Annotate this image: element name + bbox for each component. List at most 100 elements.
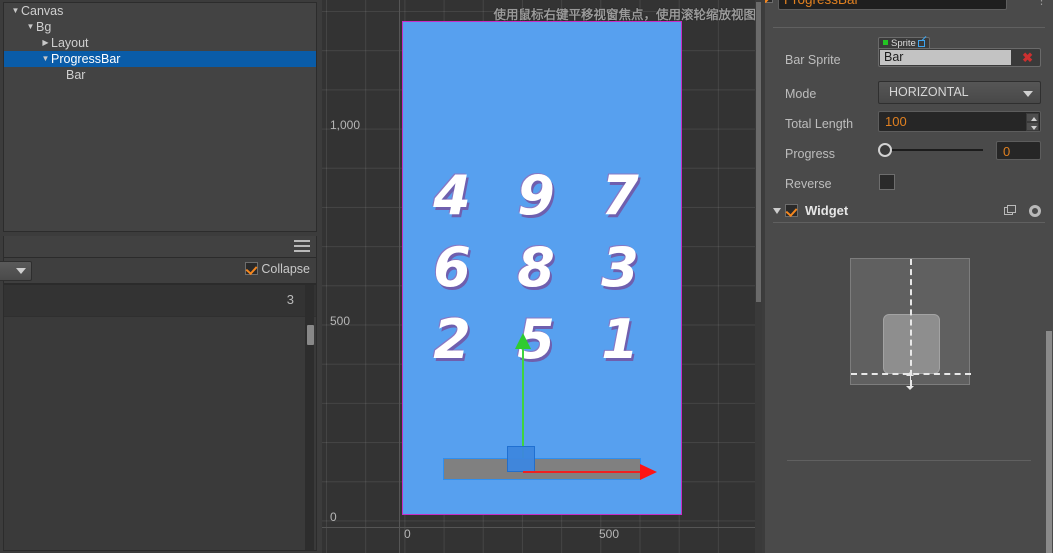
node-tree[interactable]: ▼Canvas▼Bg▶Layout▼ProgressBar·Bar xyxy=(4,3,316,83)
digit-sprite: 6 xyxy=(433,236,471,299)
tree-node-progressbar[interactable]: ▼ ProgressBar xyxy=(4,51,316,67)
chevron-down-icon[interactable]: ▼ xyxy=(25,19,36,35)
tree-node-layout[interactable]: ▶ Layout xyxy=(4,35,316,51)
tree-node-canvas[interactable]: ▼ Canvas xyxy=(4,3,316,19)
chevron-down-icon[interactable]: ▼ xyxy=(40,51,51,67)
slider-knob[interactable] xyxy=(878,143,892,157)
inspector-scrollbar[interactable] xyxy=(1046,331,1052,553)
tree-spacer: · xyxy=(55,67,66,83)
scene-scrollbar-thumb[interactable] xyxy=(756,2,761,302)
scene-view[interactable]: 1,000 500 0 0 500 使用鼠标右键平移视窗焦点，使用滚轮缩放视图 4976… xyxy=(322,0,762,553)
widget-title: Widget xyxy=(805,203,849,218)
console-scrollbar-thumb[interactable] xyxy=(307,325,314,345)
stepper-down-icon[interactable] xyxy=(1026,122,1039,131)
quantity-stepper[interactable] xyxy=(1026,113,1039,131)
mode-select[interactable]: HORIZONTAL xyxy=(878,81,1041,104)
tree-node-label: Canvas xyxy=(21,4,64,18)
progressbar-node-preview[interactable] xyxy=(443,458,641,480)
tree-node-label: Bg xyxy=(36,20,52,34)
external-link-icon[interactable] xyxy=(917,40,925,47)
overflow-menu-icon[interactable]: ⋮ xyxy=(1036,0,1047,7)
row-reverse: Reverse xyxy=(765,170,1053,200)
progress-slider[interactable] xyxy=(878,143,983,157)
tree-node-label: Layout xyxy=(51,36,89,50)
widget-component-header[interactable]: Widget xyxy=(765,200,1053,222)
alignment-bottom-arrow-icon xyxy=(905,372,915,390)
left-column: ▼Canvas▼Bg▶Layout▼ProgressBar·Bar All Co… xyxy=(0,0,320,553)
alignment-diagram xyxy=(850,258,971,390)
row-mode: Mode HORIZONTAL xyxy=(765,80,1053,110)
total-length-label: Total Length xyxy=(785,117,854,131)
chevron-down-icon xyxy=(1023,91,1033,97)
slider-track[interactable] xyxy=(886,149,983,151)
inspector-panel: ProgressBar ⋮ Bar Sprite Sprite Bar ✖ Mo… xyxy=(765,0,1053,553)
bar-sprite-label: Bar Sprite xyxy=(785,53,841,67)
console-panel: All Collapse 3 xyxy=(0,236,317,551)
progressbar-handle[interactable] xyxy=(507,446,535,472)
chevron-down-icon xyxy=(16,268,26,274)
log-count-badge: 3 xyxy=(286,292,294,307)
digit-sprite: 2 xyxy=(433,308,471,371)
horizontal-ruler xyxy=(322,527,762,553)
list-item[interactable]: 3 xyxy=(4,285,316,317)
hamburger-line xyxy=(294,240,310,242)
canvas-node-preview[interactable]: 497683251 xyxy=(402,21,682,515)
digit-sprite: 8 xyxy=(517,236,555,299)
divider xyxy=(787,460,1031,461)
hierarchy-panel[interactable]: ▼Canvas▼Bg▶Layout▼ProgressBar·Bar xyxy=(3,2,317,232)
total-length-input[interactable]: 100 xyxy=(878,111,1041,132)
chevron-right-icon[interactable]: ▶ xyxy=(40,35,51,51)
row-progress: Progress 0 xyxy=(765,140,1053,170)
console-titlebar xyxy=(4,236,316,258)
ruler-tick-label: 0 xyxy=(330,510,337,524)
mode-value: HORIZONTAL xyxy=(889,85,969,99)
console-toolbar: All Collapse xyxy=(0,258,316,284)
hamburger-icon[interactable] xyxy=(294,240,310,254)
digit-sprite-grid: 497683251 xyxy=(421,164,665,371)
digit-sprite: 7 xyxy=(601,164,639,227)
chevron-down-icon[interactable] xyxy=(773,208,781,214)
row-total-length: Total Length 100 xyxy=(765,110,1053,140)
hamburger-line xyxy=(294,245,310,247)
green-square-icon xyxy=(883,40,888,45)
gizmo-y-axis[interactable] xyxy=(515,333,531,462)
asset-field-body[interactable]: Bar ✖ xyxy=(878,48,1041,67)
collapse-checkbox[interactable] xyxy=(245,262,259,275)
collapse-label: Collapse xyxy=(261,262,310,276)
tree-node-label: Bar xyxy=(66,68,86,82)
progress-input[interactable]: 0 xyxy=(996,141,1041,160)
editor-window: ▼Canvas▼Bg▶Layout▼ProgressBar·Bar All Co… xyxy=(0,0,1053,553)
ruler-tick-label: 500 xyxy=(330,314,351,328)
bar-sprite-asset-field[interactable]: Sprite Bar ✖ xyxy=(878,37,1041,67)
progress-label: Progress xyxy=(785,147,836,161)
digit-sprite: 1 xyxy=(601,308,639,371)
gizmo-x-axis[interactable] xyxy=(523,464,657,480)
progress-value: 0 xyxy=(1003,144,1011,159)
inspector-node-header: ProgressBar ⋮ xyxy=(765,0,1053,28)
stepper-up-icon[interactable] xyxy=(1026,113,1039,122)
log-filter-select[interactable]: All xyxy=(0,261,32,281)
tree-node-bar[interactable]: ·Bar xyxy=(4,67,316,83)
scene-vertical-scrollbar[interactable] xyxy=(755,0,762,553)
bar-sprite-value[interactable]: Bar xyxy=(880,50,1011,65)
reverse-label: Reverse xyxy=(785,177,832,191)
close-x-icon[interactable]: ✖ xyxy=(1022,51,1033,65)
node-name-input[interactable]: ProgressBar xyxy=(778,0,1007,10)
copy-icon[interactable] xyxy=(1004,205,1016,217)
ruler-tick-label: 0 xyxy=(404,527,411,541)
tree-node-bg[interactable]: ▼ Bg xyxy=(4,19,316,35)
widget-enabled-checkbox[interactable] xyxy=(785,204,798,217)
node-enabled-checkbox[interactable] xyxy=(765,0,773,3)
ruler-tick-label: 500 xyxy=(599,527,620,541)
reverse-checkbox[interactable] xyxy=(879,174,895,190)
gear-icon[interactable] xyxy=(1029,205,1041,217)
ruler-tick-label: 1,000 xyxy=(330,118,361,132)
hamburger-line xyxy=(294,250,310,252)
console-log-list[interactable]: 3 xyxy=(4,284,316,550)
digit-sprite: 3 xyxy=(601,236,639,299)
tree-node-label: ProgressBar xyxy=(51,52,121,66)
digit-sprite: 9 xyxy=(517,164,555,227)
divider xyxy=(773,222,1045,223)
chevron-down-icon[interactable]: ▼ xyxy=(10,3,21,19)
collapse-toggle[interactable]: Collapse xyxy=(245,262,310,276)
